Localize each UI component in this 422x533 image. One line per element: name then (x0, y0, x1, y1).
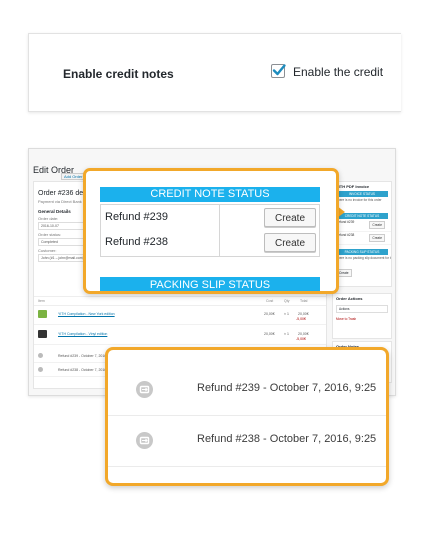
refund-entry-text: Refund #239 - October 7, 2016, 9:25 (197, 382, 377, 394)
settings-card: Enable credit notes Enable the credit (28, 33, 401, 112)
cost-column-header: Cost (266, 299, 274, 303)
item-refund: -5,00€ (296, 337, 306, 341)
credit-note-status-header: CREDIT NOTE STATUS (100, 187, 320, 202)
refund-icon (136, 381, 153, 398)
product-thumbnail (38, 330, 47, 338)
credit-note-row: Refund #238 Create (100, 230, 320, 257)
refund-icon (38, 353, 43, 358)
enable-credit-notes-checkbox[interactable] (271, 64, 286, 78)
list-item: Refund #238 - October 7, 2016, 9:25 (108, 416, 386, 467)
checkmark-icon (272, 64, 286, 76)
product-link[interactable]: YITH Compilation - New York edition (58, 312, 115, 316)
list-item: Refund #239 - October 7, 2016, 9:25 (108, 365, 386, 416)
table-row: YITH Compilation - Vinyl edition 20,00€ … (34, 326, 326, 345)
order-payment-text: Payment via Direct Bank (38, 199, 82, 204)
item-qty: × 1 (284, 312, 289, 316)
general-details-heading: General Details (38, 209, 71, 214)
order-date-field[interactable]: 2016-10-07 (38, 222, 86, 230)
add-order-button[interactable]: Add Order (61, 173, 86, 180)
order-date-label: Order date: (38, 216, 59, 221)
order-status-label: Order status: (38, 232, 62, 237)
item-refund: -5,00€ (296, 317, 306, 321)
item-total: 20,00€ (298, 332, 309, 336)
item-cost: 20,00€ (264, 312, 275, 316)
cell-divider (219, 205, 220, 231)
credit-note-refund-label: Refund #238 (105, 236, 168, 248)
qty-column-header: Qty (284, 299, 290, 303)
table-row: YITH Compilation - New York edition 20,0… (34, 306, 326, 325)
enable-credit-notes-label: Enable credit notes (63, 67, 174, 81)
order-actions-title: Order Actions (336, 296, 363, 301)
create-credit-note-button[interactable]: Create (264, 233, 316, 252)
customer-label: Customer: (38, 248, 57, 253)
credit-note-row: Refund #239 Create (100, 204, 320, 232)
create-credit-button[interactable]: Create (369, 221, 385, 229)
enable-credit-checkbox-text: Enable the credit (293, 65, 384, 79)
pdf-invoice-box: YITH PDF Invoice INVOICE STATUS There is… (332, 181, 392, 287)
order-actions-select[interactable]: Actions (336, 305, 388, 313)
move-to-trash-link[interactable]: Move to Trash (333, 315, 391, 323)
cell-divider (219, 230, 220, 256)
order-actions-box: Order Actions Actions Move to Trash (332, 293, 392, 339)
packing-slip-status-header: PACKING SLIP STATUS (100, 277, 320, 291)
credit-note-status-callout: CREDIT NOTE STATUS Refund #239 Create Re… (83, 168, 339, 294)
refund-icon (38, 367, 43, 372)
refund-list-callout: Refund #239 - October 7, 2016, 9:25 Refu… (105, 347, 389, 486)
refund-entry-text: Refund #238 - October 7, 2016, 9:25 (197, 433, 377, 445)
items-table-header: Item Cost Qty Total (34, 296, 326, 306)
order-status-select[interactable]: Completed (38, 238, 86, 246)
product-link[interactable]: YITH Compilation - Vinyl edition (58, 332, 107, 336)
credit-note-refund-label: Refund #239 (105, 211, 168, 223)
item-column-header: Item (38, 299, 45, 303)
total-column-header: Total (300, 299, 308, 303)
create-credit-note-button[interactable]: Create (264, 208, 316, 227)
credit-row-small: Refund #238 Create (333, 232, 391, 245)
item-qty: × 1 (284, 332, 289, 336)
packing-note: There is no packing slip document for th… (336, 256, 391, 260)
refund-icon (136, 432, 153, 449)
pdf-invoice-title: YITH PDF Invoice (336, 184, 370, 189)
product-thumbnail (38, 310, 47, 318)
item-total: 20,00€ (298, 312, 309, 316)
customer-select[interactable]: John (#1 – john@mail.com) (38, 254, 86, 262)
create-credit-button[interactable]: Create (369, 234, 385, 242)
item-cost: 20,00€ (264, 332, 275, 336)
